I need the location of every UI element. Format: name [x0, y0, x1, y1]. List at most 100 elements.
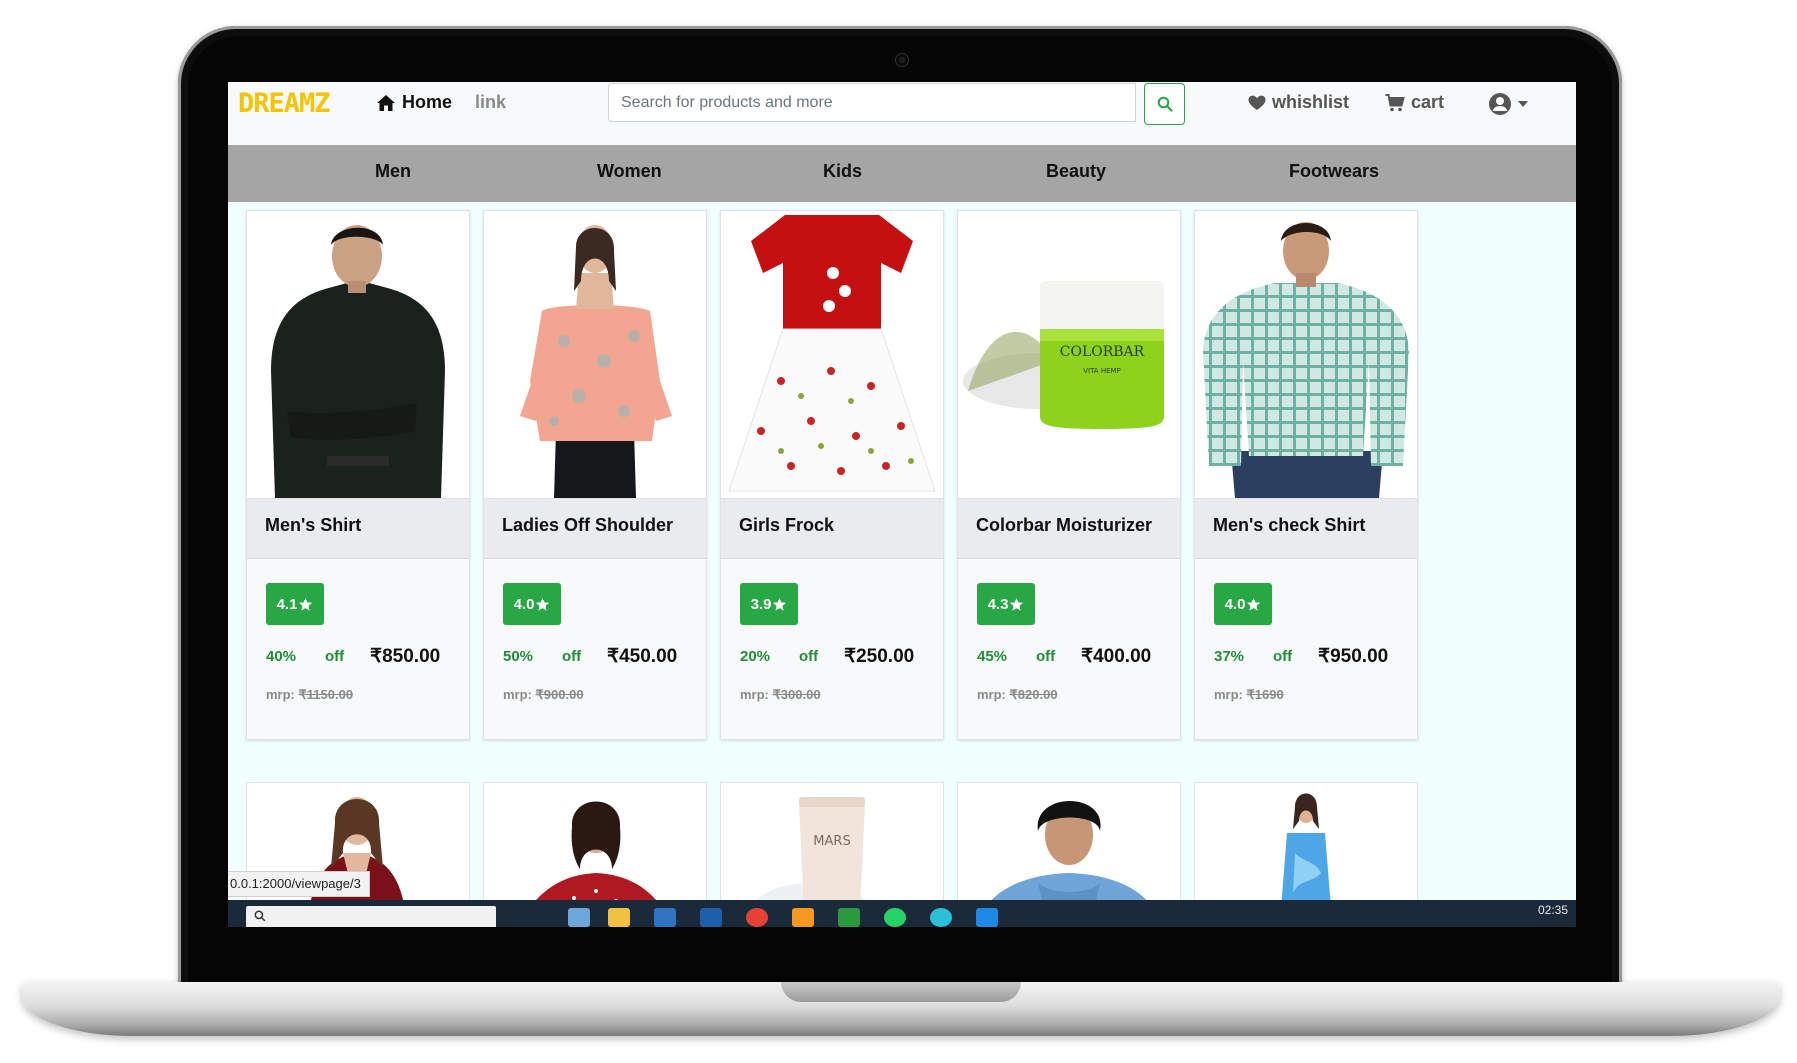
mrp-line: mrp: ₹820.00 [977, 687, 1058, 703]
product-image[interactable] [1195, 211, 1417, 498]
off-label: off [1273, 648, 1293, 665]
category-beauty[interactable]: Beauty [1046, 161, 1106, 182]
price: ₹400.00 [1081, 646, 1152, 667]
price: ₹450.00 [607, 646, 678, 667]
rating-value: 4.1 [276, 595, 298, 613]
rating-badge: 3.9 [740, 583, 798, 625]
product-image[interactable] [484, 211, 706, 498]
store-icon[interactable] [654, 908, 676, 927]
status-bar-url: 0.0.1:2000/viewpage/3 [228, 871, 370, 897]
nav-cart-label: cart [1411, 92, 1445, 112]
price: ₹850.00 [370, 646, 441, 667]
off-label: off [1036, 648, 1056, 665]
star-icon [1247, 597, 1261, 611]
mail-icon[interactable] [700, 908, 722, 927]
price: ₹250.00 [844, 646, 915, 667]
rating-badge: 4.1 [266, 583, 324, 625]
nav-link[interactable]: link [475, 92, 506, 113]
discount-percent: 45% [977, 648, 1008, 665]
browser-viewport: DREAMZ Home link whishlist cart Men Wome… [228, 82, 1576, 927]
account-dropdown[interactable] [1488, 92, 1528, 116]
product-image[interactable] [247, 211, 469, 498]
mrp-value: ₹820.00 [1009, 687, 1058, 702]
webcam [896, 54, 908, 66]
product-card-girls-frock[interactable]: Girls Frock 3.9 20% off ₹250.00 mrp: ₹30… [720, 210, 944, 740]
category-women[interactable]: Women [597, 161, 662, 182]
edge-icon[interactable] [930, 908, 952, 927]
app-icon[interactable] [838, 908, 860, 927]
mrp-label: mrp: [503, 687, 532, 702]
discount-percent: 40% [266, 648, 297, 665]
rating-value: 4.0 [513, 595, 535, 613]
nav-wishlist-label: whishlist [1272, 92, 1350, 112]
rating-value: 4.0 [1224, 595, 1246, 613]
caret-down-icon [1518, 101, 1528, 107]
product-card-mens-shirt[interactable]: Men's Shirt 4.1 40% off ₹850.00 mrp: ₹11… [246, 210, 470, 740]
mrp-value: ₹900.00 [535, 687, 584, 702]
product-image[interactable]: COLORBAR VITA HEMP [958, 211, 1180, 498]
price: ₹950.00 [1318, 646, 1389, 667]
star-icon [536, 597, 550, 611]
top-navbar: DREAMZ Home link whishlist cart [228, 82, 1576, 145]
mrp-value: ₹1690 [1246, 687, 1284, 702]
rating-value: 3.9 [750, 595, 772, 613]
chrome-icon[interactable] [746, 908, 768, 927]
home-icon [377, 94, 395, 111]
category-bar: Men Women Kids Beauty Footwears [228, 145, 1576, 202]
search-input[interactable] [608, 83, 1136, 122]
category-men[interactable]: Men [375, 161, 411, 182]
brand-logo[interactable]: DREAMZ [238, 88, 331, 119]
product-title[interactable]: Men's Shirt [247, 498, 469, 559]
product-card-colorbar-moisturizer[interactable]: COLORBAR VITA HEMP Colorbar Moisturizer … [957, 210, 1181, 740]
category-kids[interactable]: Kids [823, 161, 862, 182]
mrp-line: mrp: ₹900.00 [503, 687, 584, 703]
rating-badge: 4.0 [1214, 583, 1272, 625]
product-image-brand-text: MARS [813, 834, 850, 849]
off-label: off [325, 648, 345, 665]
mrp-label: mrp: [740, 687, 769, 702]
mrp-label: mrp: [266, 687, 295, 702]
discount-percent: 37% [1214, 648, 1245, 665]
mrp-value: ₹300.00 [772, 687, 821, 702]
rating-badge: 4.3 [977, 583, 1035, 625]
rating-value: 4.3 [987, 595, 1009, 613]
whatsapp-icon[interactable] [884, 908, 906, 927]
firefox-icon[interactable] [792, 908, 814, 927]
cart-icon [1385, 93, 1405, 111]
discount-percent: 50% [503, 648, 534, 665]
product-image[interactable] [721, 211, 943, 498]
rating-badge: 4.0 [503, 583, 561, 625]
taskbar-files-icon[interactable] [568, 908, 590, 927]
discount-percent: 20% [740, 648, 771, 665]
laptop-hinge-notch [781, 982, 1021, 1002]
off-label: off [562, 648, 582, 665]
product-title[interactable]: Girls Frock [721, 498, 943, 559]
search-button[interactable] [1144, 83, 1185, 125]
taskbar-search[interactable] [246, 906, 496, 927]
taskbar-clock[interactable]: 02:35 [1538, 903, 1568, 917]
nav-wishlist[interactable]: whishlist [1248, 92, 1349, 113]
product-title[interactable]: Ladies Off Shoulder [484, 498, 706, 559]
star-icon [1010, 597, 1024, 611]
product-title[interactable]: Men's check Shirt [1195, 498, 1417, 559]
category-footwears[interactable]: Footwears [1289, 161, 1379, 182]
product-card-mens-check-shirt[interactable]: Men's check Shirt 4.0 37% off ₹950.00 mr… [1194, 210, 1418, 740]
mrp-line: mrp: ₹1150.00 [266, 687, 353, 703]
mrp-label: mrp: [1214, 687, 1243, 702]
nav-cart[interactable]: cart [1385, 92, 1444, 113]
star-icon [299, 597, 313, 611]
windows-taskbar: 02:35 [228, 900, 1576, 927]
star-icon [773, 597, 787, 611]
product-image-brand-text: COLORBAR [1060, 344, 1145, 360]
nav-home[interactable]: Home [376, 92, 452, 113]
mrp-line: mrp: ₹300.00 [740, 687, 821, 703]
nav-home-label: Home [402, 92, 453, 112]
folder-icon[interactable] [608, 908, 630, 927]
search-icon [254, 910, 266, 922]
product-card-ladies-off-shoulder[interactable]: Ladies Off Shoulder 4.0 50% off ₹450.00 … [483, 210, 707, 740]
product-title[interactable]: Colorbar Moisturizer [958, 498, 1180, 559]
mrp-label: mrp: [977, 687, 1006, 702]
off-label: off [799, 648, 819, 665]
product-image-line-text: VITA HEMP [1083, 367, 1121, 375]
vscode-icon[interactable] [976, 908, 998, 927]
